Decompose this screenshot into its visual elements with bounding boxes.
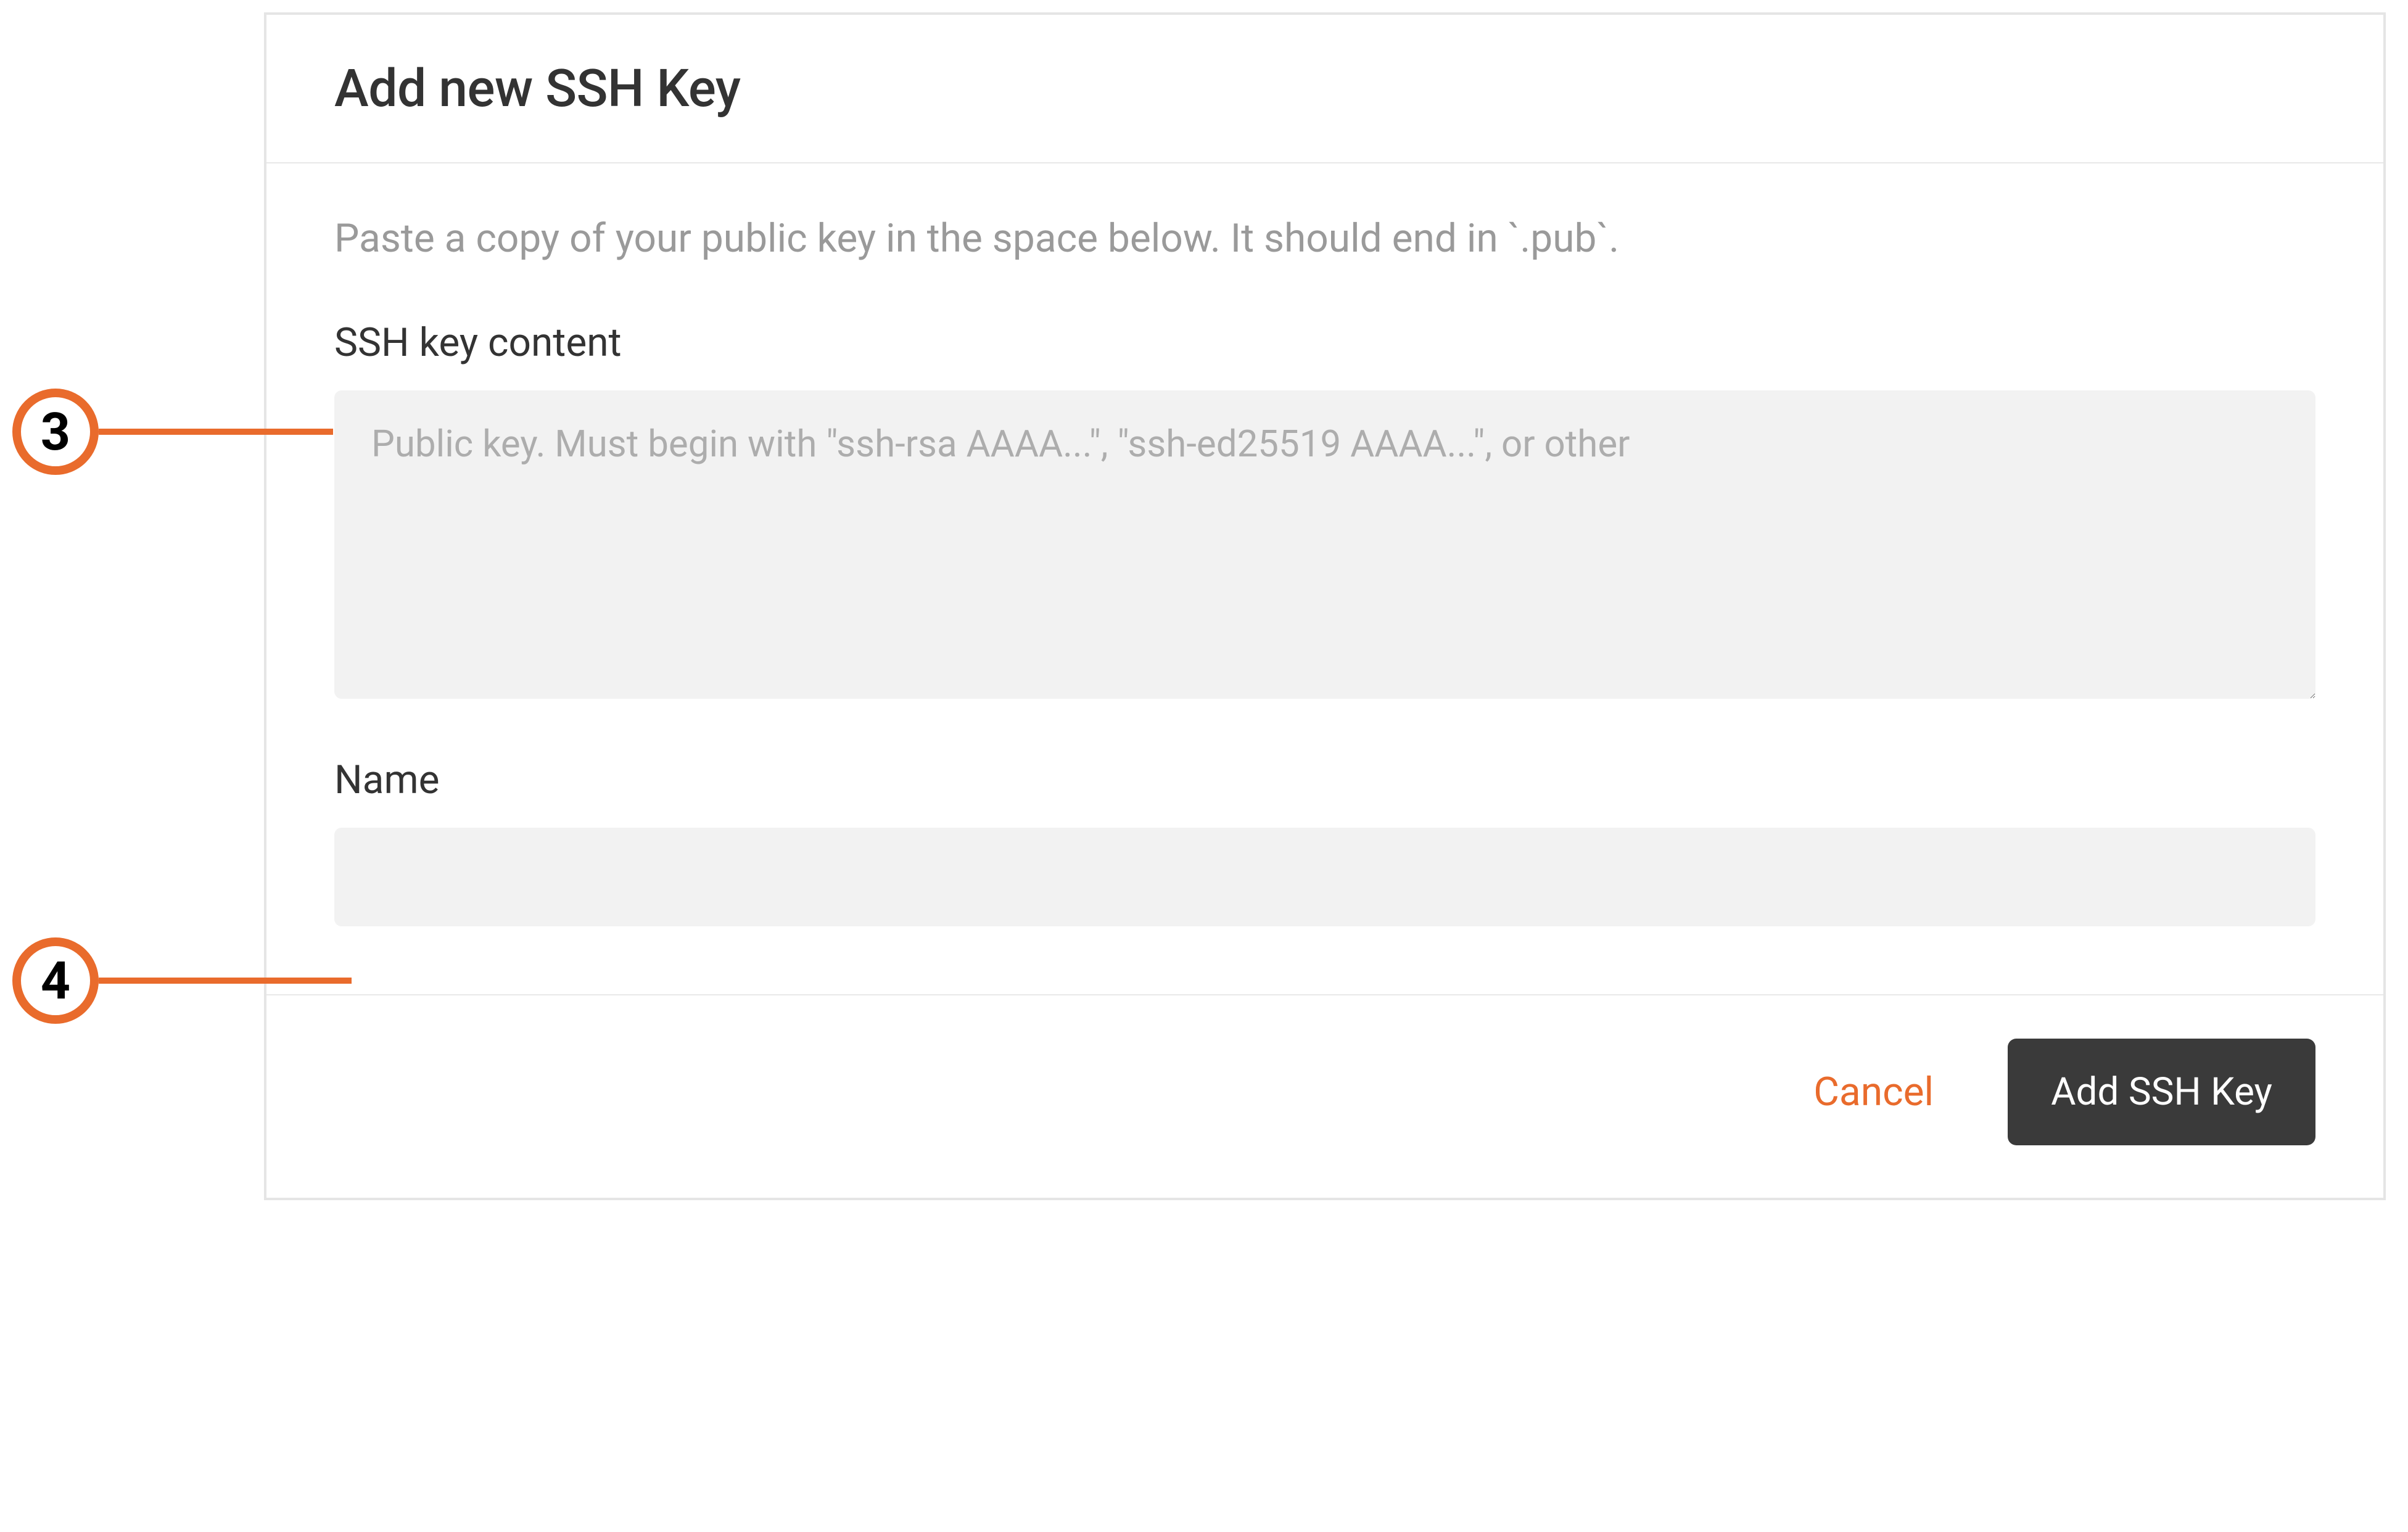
callout-4-badge: 4 <box>12 937 99 1024</box>
dialog-title: Add new SSH Key <box>334 58 2315 119</box>
ssh-key-content-field-group: SSH key content <box>334 319 2315 701</box>
dialog-header: Add new SSH Key <box>266 15 2383 163</box>
dialog-instruction: Paste a copy of your public key in the s… <box>334 213 2315 264</box>
callout-3-line <box>99 429 333 435</box>
callout-step-4: 4 <box>12 937 352 1024</box>
dialog-footer: Cancel Add SSH Key <box>266 994 2383 1198</box>
cancel-button[interactable]: Cancel <box>1813 1069 1934 1115</box>
callout-3-badge: 3 <box>12 389 99 475</box>
dialog-body: Paste a copy of your public key in the s… <box>266 163 2383 994</box>
add-ssh-key-dialog: Add new SSH Key Paste a copy of your pub… <box>264 12 2386 1200</box>
name-label: Name <box>334 757 2315 803</box>
add-ssh-key-button[interactable]: Add SSH Key <box>2008 1039 2315 1145</box>
name-field-group: Name <box>334 757 2315 926</box>
callout-4-line <box>99 978 352 984</box>
name-input[interactable] <box>334 828 2315 926</box>
ssh-key-content-label: SSH key content <box>334 319 2315 366</box>
ssh-key-content-input[interactable] <box>334 390 2315 699</box>
callout-step-3: 3 <box>12 389 333 475</box>
